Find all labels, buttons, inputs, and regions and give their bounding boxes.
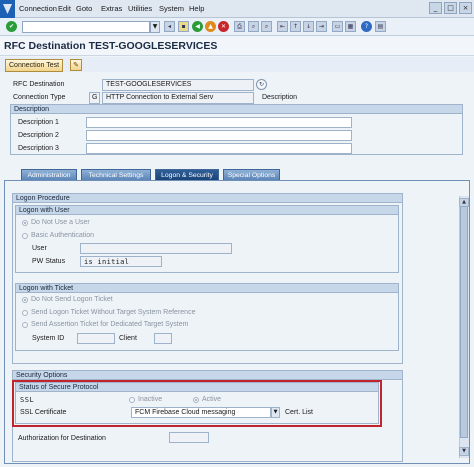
menu-goto[interactable]: Goto: [76, 4, 92, 13]
tab-special-options[interactable]: Special Options: [223, 169, 280, 180]
user-label: User: [32, 245, 47, 252]
menu-connection[interactable]: Connection: [19, 4, 57, 13]
description-2-field[interactable]: [86, 130, 352, 141]
page-title: RFC Destination TEST-GOOGLESERVICES: [4, 40, 218, 52]
edit-pencil-icon[interactable]: ✎: [70, 59, 82, 71]
command-field-dropdown-icon[interactable]: ▼: [150, 21, 160, 33]
print-icon[interactable]: ⎙: [234, 21, 245, 32]
description-1-field[interactable]: [86, 117, 352, 128]
window-controls: _ □ ×: [429, 2, 472, 14]
connection-type-code-field[interactable]: G: [89, 92, 100, 104]
layout-icon[interactable]: ▤: [375, 21, 386, 32]
logon-with-ticket-group: [15, 283, 399, 351]
pw-status-label: PW Status: [32, 258, 66, 265]
description-1-label: Description 1: [18, 119, 59, 126]
find-icon[interactable]: ⌕: [248, 21, 259, 32]
tab-technical-settings[interactable]: Technical Settings: [81, 169, 151, 180]
description-2-label: Description 2: [18, 132, 59, 139]
radio-do-not-use-user[interactable]: [22, 220, 28, 226]
basic-authentication-label: Basic Authentication: [31, 232, 95, 239]
rfc-destination-label: RFC Destination: [13, 81, 65, 88]
radio-send-ticket-without-reference[interactable]: [22, 310, 28, 316]
system-id-field[interactable]: [77, 333, 115, 344]
maximize-icon[interactable]: □: [444, 2, 457, 14]
client-field[interactable]: [154, 333, 172, 344]
last-page-icon[interactable]: ⇥: [316, 21, 327, 32]
shortcut-icon[interactable]: ▦: [345, 21, 356, 32]
previous-page-icon[interactable]: ↑: [290, 21, 301, 32]
connection-type-text-field: HTTP Connection to External Serv: [102, 92, 254, 104]
scroll-down-icon[interactable]: ▼: [459, 447, 469, 456]
radio-basic-authentication[interactable]: [22, 233, 28, 239]
tab-logon-security[interactable]: Logon & Security: [155, 169, 219, 180]
send-assertion-ticket-label: Send Assertion Ticket for Dedicated Targ…: [31, 321, 189, 328]
command-field[interactable]: [22, 21, 150, 33]
description-group-title: Description: [11, 105, 462, 114]
logon-with-user-group: [15, 205, 399, 273]
logon-with-ticket-title: Logon with Ticket: [16, 284, 398, 293]
client-label: Client: [119, 335, 137, 342]
sap-menu-icon[interactable]: [0, 0, 15, 18]
enter-icon[interactable]: ✔: [6, 21, 17, 32]
logon-procedure-title: Logon Procedure: [13, 194, 402, 203]
authorization-label: Authorization for Destination: [18, 435, 106, 442]
menu-system[interactable]: System: [159, 4, 184, 13]
rfc-destination-field[interactable]: TEST-GOOGLESERVICES: [102, 79, 254, 91]
menu-help[interactable]: Help: [189, 4, 204, 13]
radio-send-assertion-ticket[interactable]: [22, 322, 28, 328]
minimize-icon[interactable]: _: [429, 2, 442, 14]
collapse-icon[interactable]: ◂: [164, 21, 175, 32]
close-icon[interactable]: ×: [459, 2, 472, 14]
help-icon[interactable]: ?: [361, 21, 372, 32]
first-page-icon[interactable]: ⇤: [277, 21, 288, 32]
do-not-send-ticket-label: Do Not Send Logon Ticket: [31, 296, 113, 303]
exit-icon[interactable]: ▲: [205, 21, 216, 32]
connection-type-label: Connection Type: [13, 94, 66, 101]
authorization-field[interactable]: [169, 432, 209, 443]
user-field[interactable]: [80, 243, 232, 254]
menu-bar: [0, 0, 474, 18]
system-id-label: System ID: [32, 335, 65, 342]
menu-utilities[interactable]: Utilities: [128, 4, 152, 13]
back-icon[interactable]: ◀: [192, 21, 203, 32]
description-3-label: Description 3: [18, 145, 59, 152]
connection-test-button[interactable]: Connection Test: [5, 59, 64, 72]
send-ticket-without-reference-label: Send Logon Ticket Without Target System …: [31, 309, 196, 316]
logon-with-user-title: Logon with User: [16, 206, 398, 215]
next-page-icon[interactable]: ↓: [303, 21, 314, 32]
save-icon[interactable]: ▪: [178, 21, 189, 32]
scrollbar-thumb[interactable]: [460, 206, 468, 438]
cancel-icon[interactable]: ✕: [218, 21, 229, 32]
new-session-icon[interactable]: ▭: [332, 21, 343, 32]
highlight-box: [12, 380, 382, 427]
description-header-label: Description: [262, 94, 298, 101]
tab-administration[interactable]: Administration: [21, 169, 77, 180]
pw-status-field: is initial: [80, 256, 162, 267]
find-next-icon[interactable]: ⌕: [261, 21, 272, 32]
menu-extras[interactable]: Extras: [101, 4, 122, 13]
description-3-field[interactable]: [86, 143, 352, 154]
menu-edit[interactable]: Edit: [58, 4, 71, 13]
refresh-icon[interactable]: ↻: [256, 79, 267, 90]
do-not-use-user-label: Do Not Use a User: [31, 219, 90, 226]
radio-do-not-send-ticket[interactable]: [22, 297, 28, 303]
security-options-title: Security Options: [13, 371, 402, 380]
